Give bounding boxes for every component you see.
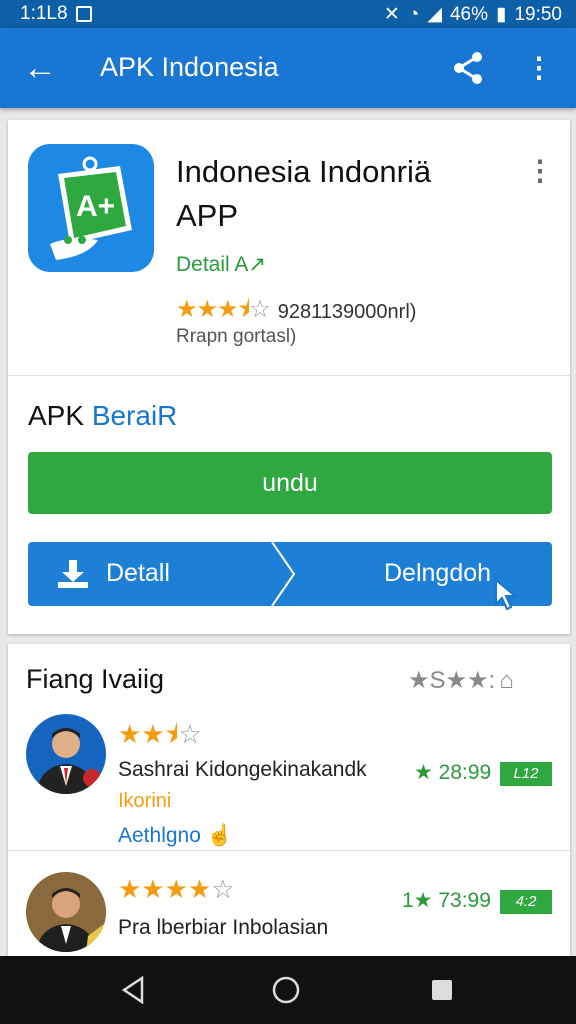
status-left-text: 1:1L8 xyxy=(20,3,68,24)
detail-label[interactable]: Detall xyxy=(106,559,170,588)
app-name: Indonesia Indonriä APP xyxy=(176,154,432,233)
share-icon[interactable] xyxy=(448,48,488,88)
arrow-back-icon[interactable]: ← xyxy=(20,48,60,88)
nav-home-icon[interactable] xyxy=(270,974,302,1006)
nav-back-icon[interactable] xyxy=(118,974,150,1006)
more-vert-icon[interactable]: ⋮ xyxy=(524,48,554,88)
review-badge: L12 xyxy=(500,762,552,786)
reviews-card: Fiang Ivaiig ★S★★: ⌂ ★★⯨☆ Sashrai Kidong… xyxy=(8,644,570,964)
detail-download-button[interactable]: Detall Delngdoh xyxy=(28,542,552,611)
review-item[interactable]: ★★⯨☆ Sashrai Kidongekinakandk Ikorini Ae… xyxy=(8,712,570,850)
developer-link[interactable]: Detail A↗ xyxy=(176,252,266,277)
section-title-highlight: BeraiR xyxy=(91,400,178,431)
download-icon xyxy=(58,560,88,588)
tap-icon: ☝ xyxy=(206,824,233,847)
divider xyxy=(8,375,570,376)
battery-icon: ▮ xyxy=(495,4,507,25)
clock: 19:50 xyxy=(514,3,562,25)
avatar xyxy=(26,714,106,794)
cursor-icon xyxy=(495,578,518,611)
rating-count: 9281139000nrl) xyxy=(277,301,417,323)
share-outline-icon: ⌂ xyxy=(499,666,514,694)
download-button[interactable]: undu xyxy=(28,452,552,514)
app-subtitle: Rrapn gortasl) xyxy=(176,326,297,347)
avatar xyxy=(26,872,106,952)
nav-recents-icon[interactable] xyxy=(426,974,458,1006)
review-link-text[interactable]: Aethlgno xyxy=(118,824,201,847)
review-stars: ★★★★☆ xyxy=(118,874,235,904)
app-icon: A+ xyxy=(28,144,154,272)
reviews-filter[interactable]: ★S★★: ⌂ xyxy=(408,666,514,695)
review-badge: 4:2 xyxy=(500,890,552,914)
page-title: APK Indonesia xyxy=(100,52,279,82)
review-tag: Ikorini xyxy=(118,790,172,812)
review-score: ★ 28:99 xyxy=(414,761,492,784)
review-stars: ★★⯨☆ xyxy=(118,719,202,749)
navigation-bar xyxy=(0,956,576,1024)
reviews-header-stars: ★S★★: xyxy=(408,667,496,694)
app-card: A+ Indonesia Indonriä APP ⋮ Detail A↗ ★★… xyxy=(8,120,570,634)
svg-text:A+: A+ xyxy=(76,190,115,223)
reviewer-name: Sashrai Kidongekinakandk xyxy=(118,758,367,781)
battery-percent: 46% xyxy=(449,3,488,25)
divider xyxy=(8,850,570,851)
section-title: APK BeraiR xyxy=(28,400,177,432)
reviewer-name: Pra lberbiar Inbolasian xyxy=(118,916,329,939)
signal-icon: ◢ xyxy=(427,4,442,25)
download-label[interactable]: Delngdoh xyxy=(384,559,491,588)
app-bar: ← APK Indonesia ⋮ xyxy=(0,28,576,108)
section-title-prefix: APK xyxy=(28,400,92,431)
review-item[interactable]: ★★★★☆ Pra lberbiar Inbolasian 1★ 73:99 4… xyxy=(8,866,570,966)
app-more-icon[interactable]: ⋮ xyxy=(526,154,554,187)
reviews-title: Fiang Ivaiig xyxy=(26,664,165,694)
notification-icon xyxy=(75,6,92,22)
mute-icon: ✕ xyxy=(383,4,400,25)
wifi-icon: ◔ xyxy=(407,3,420,25)
review-link[interactable]: Aethlgno ☝ xyxy=(118,824,233,848)
status-bar: 1:1L8 ✕ ◔ ◢ 46% ▮ 19:50 xyxy=(0,0,576,28)
review-score: 1★ 73:99 xyxy=(402,889,491,912)
chevron-right-icon xyxy=(271,542,296,606)
